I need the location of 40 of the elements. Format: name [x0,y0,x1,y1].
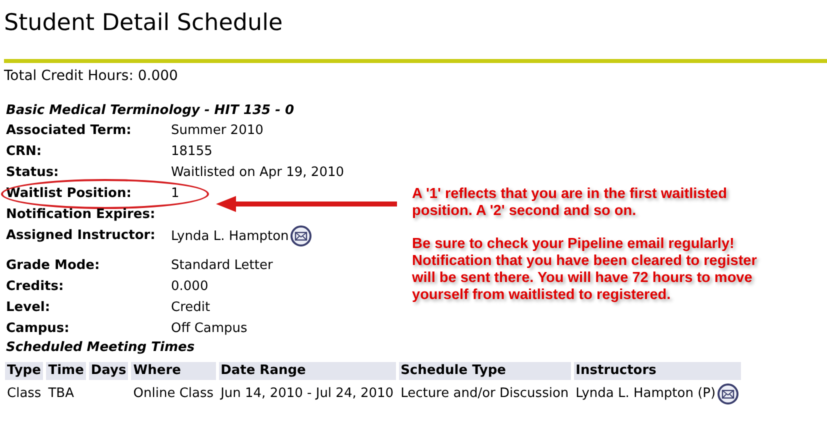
table-cell-text: Class [6,385,42,403]
field-value: 18155 [171,143,212,161]
column-header: Where [131,362,216,380]
annotation-text: Be sure to check your Pipeline email regularly! Notification that you have been cleared to register will be sent there. You will have 72 hours to move yourself from waitlisted to registered. [412,236,757,304]
field-value: Waitlisted on Apr 19, 2010 [171,164,344,182]
field-label: Waitlist Position: [6,186,132,201]
table-cell-text: Lecture and/or Discussion [400,385,570,403]
table-cell-text: TBA [47,385,75,403]
column-header: Instructors [574,362,741,380]
field-label: Associated Term: [6,123,132,138]
field-value: Summer 2010 [171,122,264,140]
total-credit-hours: Total Credit Hours: 0.000 [3,67,179,85]
field-label: Notification Expires: [6,207,156,222]
field-label: CRN: [6,144,42,159]
field-value: Standard Letter [171,257,273,275]
column-header: Date Range [218,362,396,380]
page-title: Student Detail Schedule [3,9,284,37]
email-icon[interactable] [716,383,739,405]
field-label: Campus: [6,321,70,336]
column-header: Time [46,362,86,380]
field-value: Lynda L. Hampton [171,228,289,246]
column-header: Schedule Type [398,362,571,380]
field-value: 0.000 [171,278,208,296]
field-label: Assigned Instructor: [6,228,156,243]
table-cell-text: Lynda L. Hampton (P) [576,385,716,403]
table-cell-text: Online Class [132,385,215,403]
email-icon[interactable] [290,225,312,247]
field-value: Off Campus [171,320,248,338]
table-cell-text: Jun 14, 2010 - Jul 24, 2010 [219,385,395,403]
field-value: 1 [171,185,180,203]
column-header: Days [88,362,128,380]
field-label: Status: [6,165,59,180]
column-header: Type [5,362,44,380]
field-label: Credits: [6,279,64,294]
field-label: Grade Mode: [6,258,100,273]
annotation-text: A '1' reflects that you are in the first waitlisted position. A '2' second and so on. [412,186,728,220]
field-label: Level: [6,300,50,315]
field-value: Credit [171,299,210,317]
course-title: Basic Medical Terminology - HIT 135 - 0 [5,102,296,120]
section-title: Scheduled Meeting Times [5,339,196,357]
